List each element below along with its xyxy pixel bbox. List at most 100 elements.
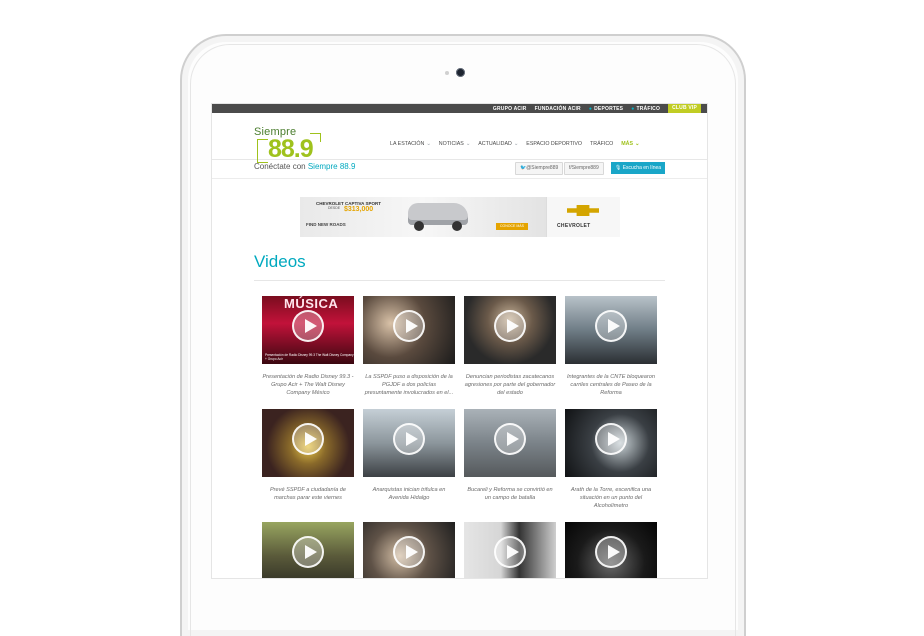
site-header: Siempre 88.9 LA ESTACIÓN ⌄ NOTICIAS ⌄ ACTU… [212, 113, 707, 163]
video-grid: MÚSICA Presentación de Radio Disney 99.3… [262, 296, 658, 578]
video-thumbnail[interactable]: MÚSICA Presentación de Radio Disney 99.3… [262, 296, 354, 364]
divider [212, 178, 707, 179]
video-card[interactable]: MÚSICA Presentación de Radio Disney 99.3… [262, 296, 354, 397]
nav-actualidad[interactable]: ACTUALIDAD ⌄ [478, 141, 518, 147]
siempre-889-logo[interactable]: Siempre 88.9 [254, 126, 334, 163]
nav-label: MÁS [621, 141, 634, 147]
facebook-button[interactable]: f/Siempre889 [564, 162, 604, 175]
page-title: Videos [254, 252, 306, 271]
nav-label: LA ESTACIÓN [390, 141, 425, 147]
listen-live-button[interactable]: 🎙 Escucha en línea [611, 162, 665, 174]
nav-mas[interactable]: MÁS ⌄ [621, 141, 639, 147]
topnav-deportes-label: DEPORTES [594, 105, 624, 112]
video-thumbnail[interactable] [464, 296, 556, 364]
website-screen: GRUPO ACIR FUNDACIÓN ACIR ● DEPORTES ● TRÁ… [212, 104, 707, 578]
video-thumbnail[interactable] [565, 409, 657, 477]
logo-frequency: 88.9 [268, 135, 314, 163]
video-card[interactable] [464, 522, 556, 578]
video-thumbnail[interactable] [464, 522, 556, 578]
chevrolet-bowtie-icon [567, 205, 599, 216]
video-card[interactable]: Denuncian periodistas zacatecanos agresi… [464, 296, 556, 397]
play-icon[interactable] [595, 423, 627, 455]
video-caption[interactable]: Anarquistas inician trifulca en Avenida … [363, 486, 455, 502]
video-caption[interactable]: Prevé SSPDF a ciudadanía de marchas para… [262, 486, 354, 502]
video-caption[interactable]: Arath de la Torre, escenifica una situac… [565, 486, 657, 510]
microphone-icon: 🎙 [614, 165, 623, 171]
nav-noticias[interactable]: NOTICIAS ⌄ [439, 141, 470, 147]
video-card[interactable]: Bucareli y Reforma se convirtió en un ca… [464, 409, 556, 510]
video-thumbnail[interactable] [363, 296, 455, 364]
topnav-trafico-label: TRÁFICO [636, 105, 661, 112]
topnav-deportes[interactable]: ● DEPORTES [589, 106, 623, 112]
chevron-down-icon: ⌄ [513, 141, 519, 147]
main-navigation: LA ESTACIÓN ⌄ NOTICIAS ⌄ ACTUALIDAD ⌄ ESPAC… [390, 141, 640, 147]
video-card[interactable]: Integrantes de la CNTE bloquearon carril… [565, 296, 657, 397]
ad-slogan: FIND NEW ROADS [306, 222, 346, 227]
video-caption[interactable]: Denuncian periodistas zacatecanos agresi… [464, 373, 556, 397]
top-utility-bar: GRUPO ACIR FUNDACIÓN ACIR ● DEPORTES ● TRÁ… [212, 104, 707, 113]
play-icon[interactable] [595, 310, 627, 342]
play-icon[interactable] [494, 536, 526, 568]
chevron-down-icon: ⌄ [465, 141, 471, 147]
ad-from: DESDE [328, 206, 341, 210]
nav-trafico[interactable]: TRÁFICO [590, 141, 613, 147]
video-thumbnail[interactable] [262, 522, 354, 578]
play-icon[interactable] [494, 310, 526, 342]
club-vip-button[interactable]: CLUB VIP [668, 104, 701, 113]
ad-price: $313,000 [344, 206, 374, 213]
tablet-sensor [445, 71, 449, 75]
video-thumbnail[interactable] [363, 409, 455, 477]
video-caption[interactable]: Bucareli y Reforma se convirtió en un ca… [464, 486, 556, 502]
logo-bracket [257, 139, 268, 163]
video-card[interactable] [363, 522, 455, 578]
listen-live-label: Escucha en línea [622, 165, 662, 171]
play-icon[interactable] [292, 423, 324, 455]
facebook-label: /Siempre889 [570, 165, 599, 171]
topnav-grupo-acir[interactable]: GRUPO ACIR [493, 106, 527, 112]
video-thumbnail[interactable] [363, 522, 455, 578]
bullet-icon: ● [588, 105, 593, 112]
chevrolet-banner-ad[interactable]: CHEVROLET CAPTIVA SPORT DESDE $313,000 F… [300, 197, 620, 237]
video-card[interactable]: Anarquistas inician trifulca en Avenida … [363, 409, 455, 510]
ad-cta-button[interactable]: CONOCE MÁS [496, 223, 528, 230]
title-divider [254, 280, 665, 281]
video-card[interactable]: La SSPDF puso a disposición de la PGJDF … [363, 296, 455, 397]
video-caption[interactable]: La SSPDF puso a disposición de la PGJDF … [363, 373, 455, 397]
play-icon[interactable] [393, 310, 425, 342]
connect-prefix: Conéctate con [254, 162, 306, 171]
video-thumbnail[interactable] [262, 409, 354, 477]
topnav-fundacion-acir[interactable]: FUNDACIÓN ACIR [535, 106, 581, 112]
nav-la-estacion[interactable]: LA ESTACIÓN ⌄ [390, 141, 431, 147]
video-caption[interactable]: Integrantes de la CNTE bloquearon carril… [565, 373, 657, 397]
video-thumbnail[interactable] [565, 296, 657, 364]
thumbnail-overlay-text: Presentación de Radio Disney 99.3 The Wa… [265, 353, 354, 361]
bullet-icon: ● [631, 105, 635, 112]
connect-text: Conéctate con Siempre 88.9 [254, 162, 355, 171]
play-icon[interactable] [595, 536, 627, 568]
play-icon[interactable] [292, 310, 324, 342]
video-card[interactable] [565, 522, 657, 578]
play-icon[interactable] [494, 423, 526, 455]
play-icon[interactable] [393, 536, 425, 568]
connect-brand[interactable]: Siempre 88.9 [308, 162, 356, 171]
chevron-down-icon: ⌄ [635, 141, 640, 147]
video-thumbnail[interactable] [464, 409, 556, 477]
video-thumbnail[interactable] [565, 522, 657, 578]
car-wheel [452, 221, 462, 231]
twitter-label: @Siempre889 [526, 165, 559, 171]
thumbnail-banner-text: MÚSICA [284, 296, 339, 311]
play-icon[interactable] [292, 536, 324, 568]
twitter-button[interactable]: 🐦@Siempre889 [515, 162, 564, 175]
car-wheel [414, 221, 424, 231]
tablet-camera [456, 68, 465, 77]
play-icon[interactable] [393, 423, 425, 455]
chevron-down-icon: ⌄ [426, 141, 431, 147]
video-caption[interactable]: Presentación de Radio Disney 99.3 - Grup… [262, 373, 354, 397]
video-card[interactable]: Prevé SSPDF a ciudadanía de marchas para… [262, 409, 354, 510]
topnav-trafico[interactable]: ● TRÁFICO [631, 106, 660, 112]
nav-label: ACTUALIDAD [478, 141, 512, 147]
ad-brand: CHEVROLET [557, 223, 591, 229]
nav-espacio-deportivo[interactable]: ESPACIO DEPORTIVO [526, 141, 582, 147]
video-card[interactable] [262, 522, 354, 578]
video-card[interactable]: Arath de la Torre, escenifica una situac… [565, 409, 657, 510]
